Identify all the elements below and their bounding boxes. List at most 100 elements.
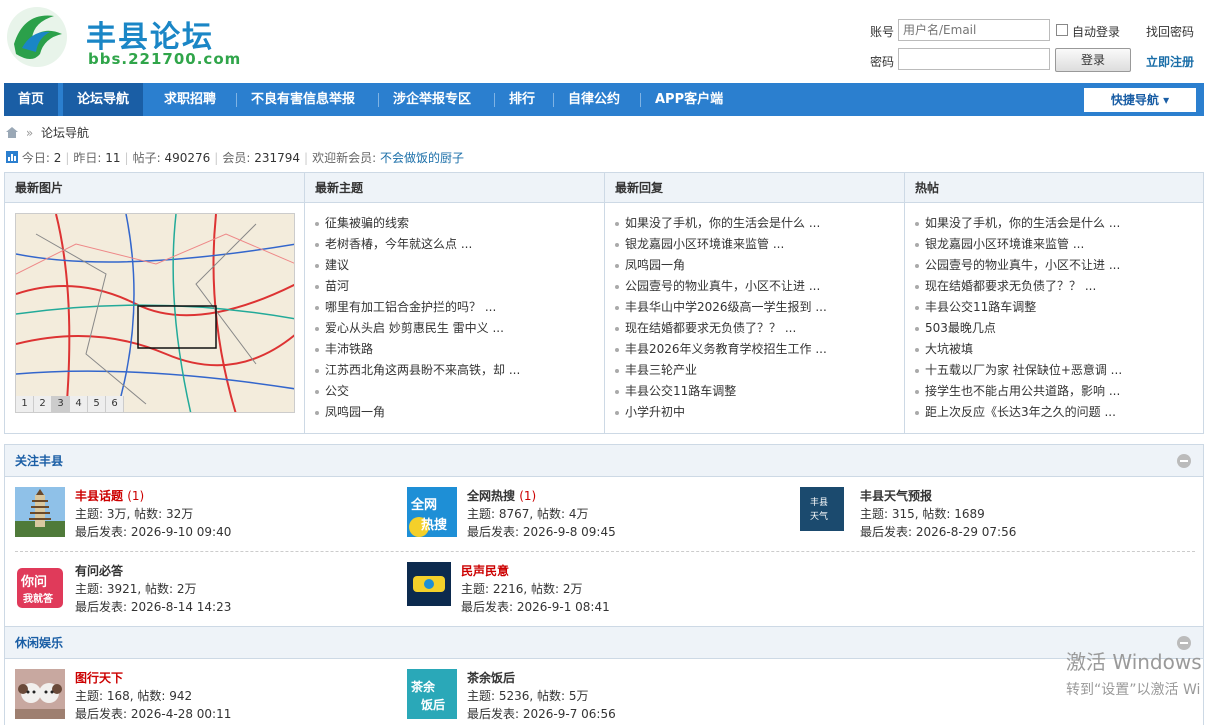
list-item[interactable]: 如果没了手机，你的生活会是什么 ... bbox=[615, 213, 904, 234]
list-item[interactable]: 征集被骗的线索 bbox=[315, 213, 604, 234]
list-item[interactable]: 公交 bbox=[315, 381, 604, 402]
list-item[interactable]: 现在结婚都要求无负债了？？ ... bbox=[615, 318, 904, 339]
list-item[interactable]: 丰县三轮产业 bbox=[615, 360, 904, 381]
list-item[interactable]: 建议 bbox=[315, 255, 604, 276]
forum-last-post[interactable]: 最后发表: 2026-9-8 09:45 bbox=[467, 523, 616, 540]
pic-page-5[interactable]: 5 bbox=[88, 396, 106, 412]
yesterday-label: 昨日: bbox=[73, 151, 102, 165]
find-password-link[interactable]: 找回密码 bbox=[1146, 23, 1194, 40]
list-item[interactable]: 小学升初中 bbox=[615, 402, 904, 423]
forum-weather[interactable]: 丰县 天气 丰县天气预报 主题: 315, 帖数: 1689 最后发表: 2026… bbox=[800, 487, 1190, 541]
list-item[interactable]: 丰沛铁路 bbox=[315, 339, 604, 360]
list-item[interactable]: 苗河 bbox=[315, 276, 604, 297]
pic-page-2[interactable]: 2 bbox=[34, 396, 52, 412]
list-item[interactable]: 503最晚几点 bbox=[915, 318, 1203, 339]
list-item[interactable]: 江苏西北角这两县盼不来高铁，却 ... bbox=[315, 360, 604, 381]
nav-forum-guide[interactable]: 论坛导航 bbox=[63, 83, 144, 116]
forum-name[interactable]: 图行天下 bbox=[75, 669, 123, 686]
nav-ranking[interactable]: 排行 bbox=[495, 83, 549, 116]
latest-pics-panel: 最新图片 1 2 3 4 5 6 bbox=[5, 173, 305, 433]
breadcrumb-current[interactable]: 论坛导航 bbox=[41, 126, 89, 140]
site-logo[interactable]: 丰县论坛 bbs.221700.com bbox=[4, 4, 244, 70]
forum-web-hot-search[interactable]: 全网 热搜 全网热搜 (1) 主题: 8767, 帖数: 4万 最后发表: 202… bbox=[407, 487, 787, 541]
nav-self-discipline[interactable]: 自律公约 bbox=[554, 83, 634, 116]
forum-name[interactable]: 有问必答 bbox=[75, 562, 123, 579]
list-item[interactable]: 距上次反应《长达3年之久的问题 ... bbox=[915, 402, 1203, 423]
nav-report-harmful[interactable]: 不良有害信息举报 bbox=[237, 83, 369, 116]
forum-last-post[interactable]: 最后发表: 2026-8-29 07:56 bbox=[860, 523, 1016, 540]
password-input[interactable] bbox=[898, 48, 1050, 70]
forum-tea-talk[interactable]: 茶余 饭后 茶余饭后 主题: 5236, 帖数: 5万 最后发表: 2026-9-… bbox=[407, 669, 787, 723]
list-item[interactable]: 现在结婚都要求无负债了？？ ... bbox=[915, 276, 1203, 297]
forum-last-post[interactable]: 最后发表: 2026-9-1 08:41 bbox=[461, 598, 610, 615]
new-count-badge: (1) bbox=[519, 489, 537, 503]
account-input[interactable] bbox=[898, 19, 1050, 41]
list-item[interactable]: 丰县公交11路车调整 bbox=[915, 297, 1203, 318]
nav-jobs[interactable]: 求职招聘 bbox=[150, 83, 230, 116]
section-title-text[interactable]: 关注丰县 bbox=[15, 454, 63, 468]
forum-last-post[interactable]: 最后发表: 2026-4-28 00:11 bbox=[75, 705, 231, 722]
pic-page-3[interactable]: 3 bbox=[52, 396, 70, 412]
list-item[interactable]: 凤鸣园一角 bbox=[615, 255, 904, 276]
forum-last-post[interactable]: 最后发表: 2026-8-14 14:23 bbox=[75, 598, 231, 615]
qa-icon-text-1: 你问 bbox=[20, 574, 47, 590]
list-item[interactable]: 十五载以厂为家 社保缺位+恶意调 ... bbox=[915, 360, 1203, 381]
forum-name[interactable]: 丰县天气预报 bbox=[860, 487, 932, 504]
hot-search-icon[interactable]: 全网 热搜 bbox=[407, 487, 457, 537]
list-item[interactable]: 大坑被填 bbox=[915, 339, 1203, 360]
forum-name[interactable]: 茶余饭后 bbox=[467, 669, 515, 686]
list-item[interactable]: 公园壹号的物业真牛，小区不让进 ... bbox=[615, 276, 904, 297]
latest-replies-title: 最新回复 bbox=[605, 173, 904, 203]
list-item[interactable]: 爱心从头启 妙剪惠民生 雷中义 ... bbox=[315, 318, 604, 339]
weather-icon-text-1: 丰县 bbox=[810, 496, 828, 508]
nav-app-client[interactable]: APP客户端 bbox=[641, 83, 737, 116]
latest-replies-list: 如果没了手机，你的生活会是什么 ... 银龙嘉园小区环境谁来监管 ... 凤鸣园… bbox=[605, 203, 904, 423]
forum-pictures[interactable]: 图行天下 主题: 168, 帖数: 942 最后发表: 2026-4-28 00… bbox=[15, 669, 395, 723]
collapse-icon[interactable] bbox=[1177, 454, 1191, 468]
forum-last-post[interactable]: 最后发表: 2026-9-7 06:56 bbox=[467, 705, 616, 722]
register-link[interactable]: 立即注册 bbox=[1146, 53, 1194, 70]
list-item[interactable]: 银龙嘉园小区环境谁来监管 ... bbox=[915, 234, 1203, 255]
qa-icon[interactable]: 你问 我就答 bbox=[15, 562, 65, 612]
puppies-photo-icon[interactable] bbox=[15, 669, 65, 719]
forum-name[interactable]: 丰县话题 (1) bbox=[75, 487, 144, 504]
section-title: 休闲娱乐 bbox=[5, 627, 1203, 659]
chevron-down-icon: ▾ bbox=[1163, 93, 1170, 107]
forum-last-post[interactable]: 最后发表: 2026-9-10 09:40 bbox=[75, 523, 231, 540]
list-item[interactable]: 如果没了手机，你的生活会是什么 ... bbox=[915, 213, 1203, 234]
auto-login-label[interactable]: 自动登录 bbox=[1072, 23, 1120, 40]
list-item[interactable]: 接学生也不能占用公共道路，影响 ... bbox=[915, 381, 1203, 402]
list-item[interactable]: 丰县华山中学2026级高一学生报到 ... bbox=[615, 297, 904, 318]
list-item[interactable]: 凤鸣园一角 bbox=[315, 402, 604, 423]
list-item[interactable]: 丰县公交11路车调整 bbox=[615, 381, 904, 402]
section-title-text[interactable]: 休闲娱乐 bbox=[15, 636, 63, 650]
list-item[interactable]: 老树香椿，今年就这么点 ... bbox=[315, 234, 604, 255]
weather-icon-text-2: 天气 bbox=[810, 510, 828, 522]
pagoda-icon[interactable] bbox=[15, 487, 65, 537]
login-button[interactable]: 登录 bbox=[1055, 48, 1131, 72]
list-item[interactable]: 哪里有加工铝合金护拦的吗？ ... bbox=[315, 297, 604, 318]
quick-nav-label: 快捷导航 bbox=[1110, 93, 1159, 107]
pic-page-6[interactable]: 6 bbox=[106, 396, 124, 412]
list-item[interactable]: 银龙嘉园小区环境谁来监管 ... bbox=[615, 234, 904, 255]
quick-nav-dropdown[interactable]: 快捷导航 ▾ bbox=[1084, 88, 1196, 112]
list-item[interactable]: 公园壹号的物业真牛，小区不让进 ... bbox=[915, 255, 1203, 276]
latest-pics-title: 最新图片 bbox=[5, 173, 304, 203]
forum-qa[interactable]: 你问 我就答 有问必答 主题: 3921, 帖数: 2万 最后发表: 2026-8… bbox=[15, 562, 395, 616]
forum-name[interactable]: 民声民意 bbox=[461, 562, 509, 579]
pic-page-4[interactable]: 4 bbox=[70, 396, 88, 412]
list-item[interactable]: 丰县2026年义务教育学校招生工作 ... bbox=[615, 339, 904, 360]
nav-home[interactable]: 首页 bbox=[4, 83, 59, 116]
new-member-link[interactable]: 不会做饭的厨子 bbox=[380, 151, 464, 165]
forum-fengxian-topics[interactable]: 丰县话题 (1) 主题: 3万, 帖数: 32万 最后发表: 2026-9-10… bbox=[15, 487, 395, 541]
auto-login-checkbox[interactable] bbox=[1056, 24, 1068, 36]
forum-name[interactable]: 全网热搜 (1) bbox=[467, 487, 536, 504]
pic-page-1[interactable]: 1 bbox=[16, 396, 34, 412]
weather-icon[interactable]: 丰县 天气 bbox=[800, 487, 844, 531]
nav-enterprise-report[interactable]: 涉企举报专区 bbox=[379, 83, 485, 116]
tea-talk-icon[interactable]: 茶余 饭后 bbox=[407, 669, 457, 719]
public-opinion-icon[interactable] bbox=[407, 562, 451, 606]
forum-public-opinion[interactable]: 民声民意 主题: 2216, 帖数: 2万 最后发表: 2026-9-1 08:… bbox=[407, 562, 787, 616]
latest-pic-map[interactable]: 1 2 3 4 5 6 bbox=[15, 213, 295, 413]
home-icon[interactable] bbox=[6, 127, 18, 138]
